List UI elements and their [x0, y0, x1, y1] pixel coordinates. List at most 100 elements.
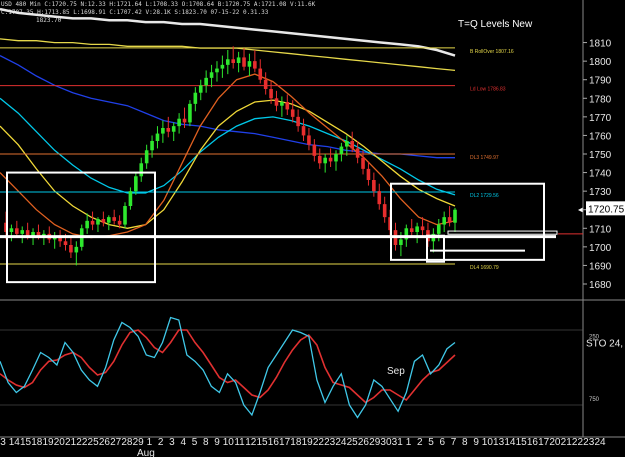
level-label: DL4 1690.79 [470, 265, 499, 271]
x-tick-label: 23 [583, 437, 595, 448]
candle-body [220, 64, 225, 69]
x-tick-label: 10 [223, 437, 235, 448]
candle-body [63, 241, 68, 245]
pivot-bar [447, 230, 558, 235]
candle-body [182, 118, 187, 123]
range-box-sept [390, 182, 545, 261]
x-tick-label: 28 [121, 437, 133, 448]
candle-body [274, 98, 279, 106]
candle-body [85, 220, 89, 229]
month-label: Sep [387, 366, 405, 377]
candle-body [215, 68, 219, 73]
candle-body [231, 59, 236, 63]
chart-window: USD 480 Min C:1720.75 N:12.33 H:1721.64 … [0, 0, 625, 457]
x-tick-label: 22 [313, 437, 325, 448]
x-tick-label: 17 [538, 437, 550, 448]
candle-body [334, 154, 338, 162]
candle-body [20, 230, 25, 234]
candle-body [247, 61, 252, 67]
candle-body [117, 220, 122, 225]
x-tick-label: 3 [169, 437, 175, 448]
x-tick-label: 25 [88, 437, 100, 448]
candle-body [242, 57, 246, 67]
x-tick-label: 18 [31, 437, 43, 448]
candle-body [161, 128, 165, 134]
candle-body [296, 116, 300, 127]
x-tick-label: 24 [594, 437, 606, 448]
x-tick-label: 23 [324, 437, 336, 448]
y-tick-label: 1700 [589, 243, 612, 254]
candle-body [101, 219, 106, 223]
x-tick-label: 4 [180, 437, 186, 448]
x-tick-label: 31 [392, 437, 404, 448]
y-tick-label: 1800 [589, 57, 612, 68]
candle-body [209, 72, 214, 78]
chart-title: T=Q Levels New [458, 19, 533, 30]
candle-body [74, 246, 79, 253]
candle-body [139, 163, 144, 177]
y-tick-label: 1780 [589, 94, 612, 105]
candle-body [90, 220, 95, 225]
candle-body [236, 57, 241, 63]
candle-body [399, 239, 403, 245]
month-label: Aug [137, 448, 155, 457]
x-tick-label: 16 [527, 437, 539, 448]
x-tick-label: 26 [99, 437, 111, 448]
candle-body [263, 79, 268, 89]
candle-body [339, 146, 344, 154]
candle-body [361, 157, 365, 169]
x-tick-label: 20 [54, 437, 66, 448]
x-tick-label: 25 [347, 437, 359, 448]
price-chart[interactable]: 1680169017001710172017301740175017601770… [0, 0, 625, 457]
candle-body [128, 191, 133, 206]
y-tick-label: 1680 [589, 280, 612, 291]
candle-body [382, 204, 387, 218]
x-tick-label: 22 [76, 437, 88, 448]
x-tick-label: 10 [482, 437, 494, 448]
x-tick-label: 22 [572, 437, 584, 448]
candle-body [123, 206, 127, 225]
candle-body [9, 228, 14, 232]
last-price-label: 1720.75 [588, 204, 625, 215]
candle-body [155, 133, 160, 141]
x-tick-label: 29 [369, 437, 381, 448]
candle-body [193, 92, 198, 104]
candle-body [177, 118, 181, 127]
candle-body [225, 59, 230, 65]
candle-body [150, 141, 154, 151]
x-tick-label: 16 [268, 437, 280, 448]
x-tick-label: 29 [133, 437, 145, 448]
candle-body [253, 61, 257, 69]
y-tick-label: 1740 [589, 169, 612, 180]
x-tick-label: 26 [358, 437, 370, 448]
x-tick-label: 30 [380, 437, 392, 448]
x-tick-label: 1 [147, 437, 153, 448]
candle-body [307, 135, 311, 145]
stochastic-tick-label: 750 [589, 397, 600, 403]
x-tick-label: 7 [451, 437, 457, 448]
candle-body [436, 224, 441, 234]
x-tick-label: 17 [279, 437, 291, 448]
candle-body [377, 191, 382, 205]
y-tick-label: 1750 [589, 150, 612, 161]
candle-body [69, 245, 73, 253]
level-label: Ld Low 1786.83 [470, 87, 506, 93]
candle-body [198, 85, 203, 93]
candle-body [420, 226, 425, 231]
x-tick-label: 5 [428, 437, 434, 448]
candle-body [269, 89, 273, 99]
x-tick-label: 27 [110, 437, 122, 448]
candle-body [409, 228, 414, 232]
x-tick-label: 5 [192, 437, 198, 448]
x-tick-label: 12 [245, 437, 257, 448]
x-tick-label: 2 [158, 437, 164, 448]
candle-body [323, 157, 327, 164]
x-tick-label: 15 [20, 437, 32, 448]
candle-body [188, 103, 192, 123]
candle-body [301, 126, 306, 136]
moving-average-line [0, 97, 456, 196]
candle-body [171, 126, 176, 132]
candle-body [258, 68, 263, 80]
x-tick-label: 15 [516, 437, 528, 448]
y-tick-label: 1690 [589, 261, 612, 272]
